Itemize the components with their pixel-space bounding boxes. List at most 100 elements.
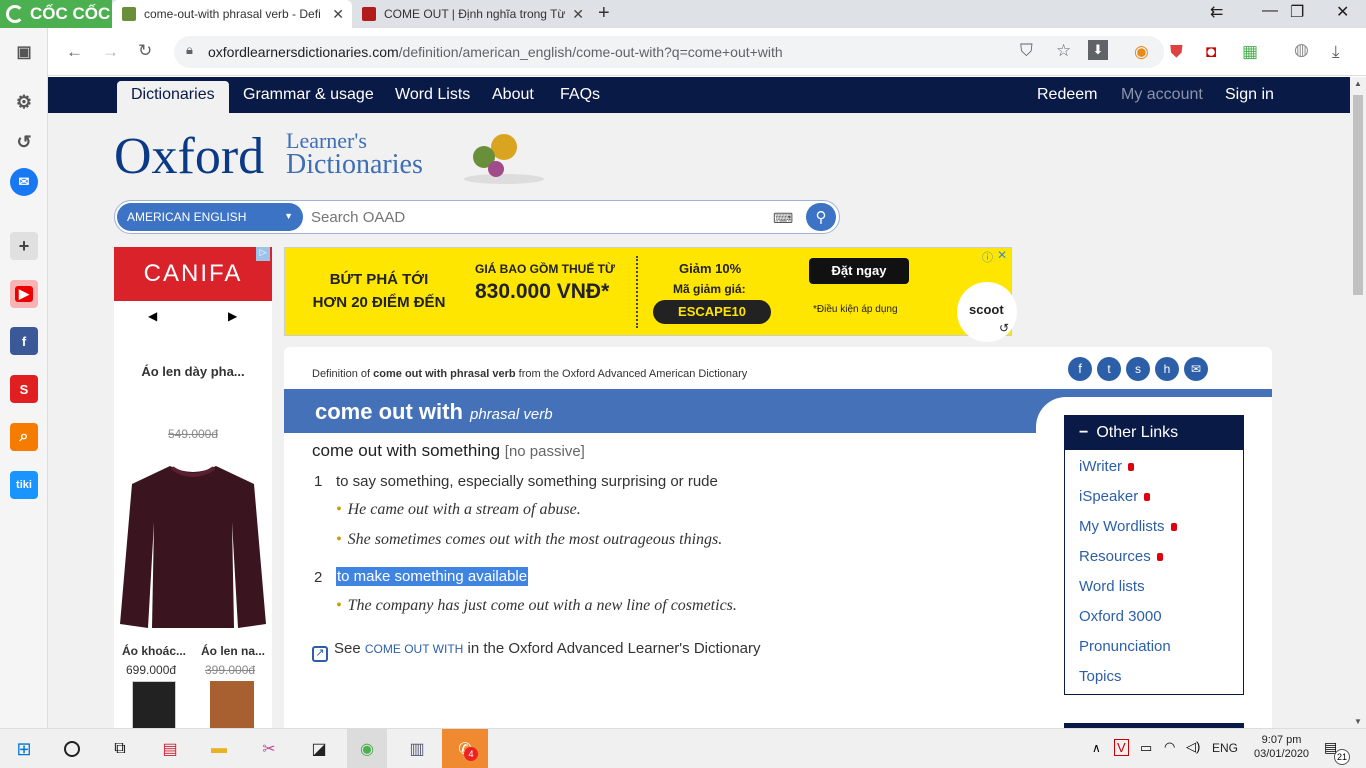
reload-icon[interactable]: ↻: [138, 41, 152, 61]
forward-icon[interactable]: →: [102, 42, 119, 62]
app-paint-icon[interactable]: ▤: [156, 735, 184, 763]
email-share-icon[interactable]: ✉: [1184, 357, 1208, 381]
star-icon[interactable]: ☆: [1056, 41, 1071, 61]
sidebar-toggle-icon[interactable]: ▣: [10, 38, 38, 66]
twitter-share-icon[interactable]: t: [1097, 357, 1121, 381]
cambridge-favicon-icon: [362, 7, 376, 21]
nav-grammar[interactable]: Grammar & usage: [243, 86, 374, 104]
nav-faqs[interactable]: FAQs: [560, 86, 600, 104]
nav-sign-in[interactable]: Sign in: [1225, 86, 1274, 104]
sense-definition-selected: to make something available: [336, 567, 529, 586]
wifi-icon[interactable]: ◠: [1164, 739, 1175, 755]
profile-avatar[interactable]: ◍: [1294, 40, 1309, 60]
source-post: from the Oxford Advanced American Dictio…: [518, 368, 748, 380]
window-close-icon[interactable]: ✕: [1336, 2, 1349, 22]
clock[interactable]: 9:07 pm 03/01/2020: [1254, 733, 1309, 761]
nav-my-account[interactable]: My account: [1121, 86, 1203, 104]
other-links-header[interactable]: − Other Links: [1065, 416, 1243, 450]
link-iwriter[interactable]: iWriter: [1079, 458, 1135, 475]
download-page-icon[interactable]: ⬇: [1088, 40, 1108, 60]
unikey-icon[interactable]: V: [1114, 739, 1129, 756]
app-generic-icon[interactable]: ▥: [403, 735, 431, 763]
carousel-next-button[interactable]: ▶: [228, 309, 237, 323]
search-circle-icon[interactable]: [58, 735, 86, 763]
ad-book-button[interactable]: Đặt ngay: [809, 258, 909, 284]
link-oxford-3000[interactable]: Oxford 3000: [1079, 608, 1162, 625]
link-my-wordlists[interactable]: My Wordlists: [1079, 518, 1177, 535]
new-tab-icon[interactable]: +: [598, 2, 610, 25]
see-link[interactable]: COME OUT WITH: [365, 642, 463, 656]
gear-icon[interactable]: ⚙: [10, 88, 38, 116]
zalo-taskbar-icon[interactable]: ✆4: [442, 729, 488, 768]
downloads-icon[interactable]: ⤓: [1332, 42, 1340, 62]
search-icon: ⚲: [815, 209, 827, 226]
battery-icon[interactable]: ▭: [1140, 740, 1152, 756]
ad-promo-code: ESCAPE10: [653, 300, 771, 324]
close-icon[interactable]: ✕: [572, 6, 584, 23]
carousel-prev-button[interactable]: ◀: [148, 309, 157, 323]
add-icon[interactable]: +: [10, 232, 38, 260]
dictionary-select[interactable]: AMERICAN ENGLISH ▼: [117, 203, 303, 231]
language-indicator[interactable]: ENG: [1212, 741, 1238, 755]
search-button[interactable]: ⚲: [806, 203, 836, 231]
collapse-icon: −: [1079, 424, 1089, 441]
coccoc-taskbar-icon[interactable]: ◉: [347, 729, 387, 768]
page-scrollbar[interactable]: ▲ ▼: [1350, 77, 1366, 728]
info-icon[interactable]: ⓘ: [982, 249, 993, 265]
shield-icon[interactable]: ⛉: [1020, 41, 1033, 61]
back-icon[interactable]: ←: [66, 42, 83, 62]
lock-icon[interactable]: 🔒︎: [186, 42, 193, 58]
file-explorer-icon[interactable]: ▬: [205, 735, 233, 763]
task-view-icon[interactable]: ⧉: [106, 735, 134, 763]
tab-cambridge[interactable]: COME OUT | Định nghĩa trong Từ đ ✕: [352, 0, 592, 28]
nav-dictionaries[interactable]: Dictionaries: [117, 81, 229, 113]
minimize-icon[interactable]: —: [1262, 2, 1278, 20]
scrollbar-thumb[interactable]: [1353, 95, 1363, 295]
search-input[interactable]: [311, 209, 761, 226]
search-app-icon[interactable]: ⌕: [10, 423, 38, 451]
hatena-share-icon[interactable]: h: [1155, 357, 1179, 381]
adchoices-icon[interactable]: ▷: [256, 247, 270, 261]
chevron-up-icon[interactable]: ∧: [1092, 741, 1101, 755]
scoot-ad[interactable]: BỨT PHÁ TỚI HƠN 20 ĐIỂM ĐẾN GIÁ BAO GỒM T…: [284, 247, 1017, 342]
keyboard-icon[interactable]: ⌨: [773, 210, 793, 227]
ad-price: 830.000 VNĐ*: [475, 280, 610, 303]
nav-about[interactable]: About: [492, 86, 534, 104]
facebook-icon[interactable]: f: [10, 327, 38, 355]
restore-tabs-icon[interactable]: ⇇: [1210, 2, 1223, 22]
shopee-icon[interactable]: S: [10, 375, 38, 403]
scroll-up-icon[interactable]: ▲: [1354, 79, 1362, 88]
youtube-icon[interactable]: ▶: [10, 280, 38, 308]
extension-chrome-icon[interactable]: ◉: [1134, 42, 1149, 62]
windows-start-icon[interactable]: ⊞: [10, 735, 38, 763]
link-pronunciation[interactable]: Pronunciation: [1079, 638, 1171, 655]
close-icon[interactable]: ✕: [332, 6, 344, 23]
maximize-icon[interactable]: ❐: [1290, 2, 1304, 22]
url-text[interactable]: oxfordlearnersdictionaries.com/definitio…: [208, 44, 783, 60]
history-icon[interactable]: ↺: [10, 128, 38, 156]
refresh-icon[interactable]: ↺: [999, 321, 1009, 335]
sticky-notes-icon[interactable]: ◪: [305, 735, 333, 763]
extension-sync-icon[interactable]: ◘: [1206, 42, 1216, 62]
coccoc-logo[interactable]: CỐC CỐC: [0, 0, 112, 28]
product1-image: [132, 681, 176, 728]
messenger-icon[interactable]: ✉: [10, 168, 38, 196]
ad-close-icon[interactable]: ✕: [997, 248, 1007, 262]
stumbleupon-share-icon[interactable]: s: [1126, 357, 1150, 381]
link-resources[interactable]: Resources: [1079, 548, 1163, 565]
facebook-share-icon[interactable]: f: [1068, 357, 1092, 381]
address-bar[interactable]: 🔒︎ oxfordlearnersdictionaries.com/defini…: [174, 36, 1164, 68]
tiki-icon[interactable]: tiki: [10, 471, 38, 499]
nav-redeem[interactable]: Redeem: [1037, 86, 1097, 104]
extension-grid-icon[interactable]: ▦: [1242, 42, 1258, 62]
link-word-lists[interactable]: Word lists: [1079, 578, 1145, 595]
volume-icon[interactable]: ◁): [1186, 739, 1200, 755]
link-topics[interactable]: Topics: [1079, 668, 1122, 685]
scroll-down-icon[interactable]: ▼: [1354, 717, 1362, 726]
link-ispeaker[interactable]: iSpeaker: [1079, 488, 1151, 505]
canifa-ad[interactable]: CANIFA ▷ ◀ ▶ Áo len dày pha... 549.000đ …: [114, 247, 272, 728]
nav-word-lists[interactable]: Word Lists: [395, 86, 470, 104]
snipping-tool-icon[interactable]: ✂: [255, 735, 283, 763]
tab-oxford[interactable]: come-out-with phrasal verb - Defi ✕: [112, 0, 352, 28]
extension-shield-icon[interactable]: ⛊: [1170, 42, 1183, 62]
